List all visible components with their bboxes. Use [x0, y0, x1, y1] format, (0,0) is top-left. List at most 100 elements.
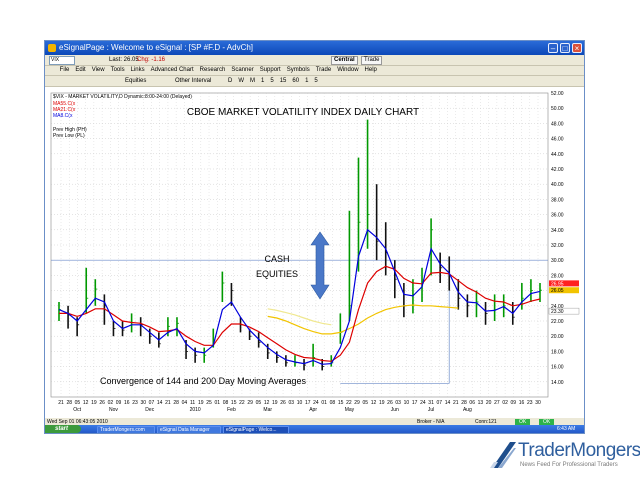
menu-item-research[interactable]: Research	[200, 66, 226, 75]
menu-item-view[interactable]: View	[92, 66, 105, 75]
month-label: Oct	[73, 407, 81, 413]
vix-chart[interactable]: 14.0016.0018.0020.0022.0024.0026.0028.00…	[45, 87, 584, 417]
x-tick-label: 12	[264, 400, 270, 406]
taskbar-item-esignal-page[interactable]: eSignalPage : Welco...	[223, 426, 289, 433]
x-tick-label: 01	[321, 400, 327, 406]
x-tick-label: 05	[363, 400, 369, 406]
x-tick-label: 05	[256, 400, 262, 406]
x-tick-label: 28	[173, 400, 179, 406]
x-tick-label: 03	[395, 400, 401, 406]
x-tick-label: 16	[124, 400, 130, 406]
x-tick-label: 23	[527, 400, 533, 406]
app-icon	[48, 44, 56, 52]
menu-item-scanner[interactable]: Scanner	[231, 66, 253, 75]
x-tick-label: 24	[420, 400, 426, 406]
interval-button-3[interactable]: 1	[261, 76, 264, 86]
window-title: eSignalPage : Welcome to eSignal : [SP #…	[59, 43, 254, 52]
menu-item-trade[interactable]: Trade	[316, 66, 331, 75]
taskbar-item-tradermongers[interactable]: TraderMongers.com	[97, 426, 155, 433]
interval-toolbar: Equities Other Interval D W M 1 5 15 60 1 5	[45, 76, 584, 87]
menu-item-advanced-chart[interactable]: Advanced Chart	[151, 66, 194, 75]
interval-button-6[interactable]: 60	[292, 76, 299, 86]
menu-item-file[interactable]: File	[60, 66, 70, 75]
x-tick-label: 19	[91, 400, 97, 406]
interval-button-2[interactable]: M	[250, 76, 255, 86]
month-label: Jul	[428, 407, 434, 413]
y-tick-label: 50.00	[551, 106, 564, 112]
x-tick-label: 12	[83, 400, 89, 406]
y-tick-label: 44.00	[551, 152, 564, 158]
symbol-toolbar: VIX Last: 26.05 Chg: -1.16 Central Trade	[45, 55, 584, 66]
x-tick-label: 10	[404, 400, 410, 406]
x-tick-label: 08	[330, 400, 336, 406]
interval-buttons: D W M 1 5 15 60 1 5	[225, 76, 321, 86]
x-tick-label: 10	[297, 400, 303, 406]
x-tick-label: 26	[387, 400, 393, 406]
x-tick-label: 07	[149, 400, 155, 406]
x-tick-label: 19	[198, 400, 204, 406]
x-tick-label: 30	[140, 400, 146, 406]
x-tick-label: 20	[486, 400, 492, 406]
x-tick-label: 15	[338, 400, 344, 406]
x-tick-label: 28	[66, 400, 72, 406]
y-tick-label: 22.00	[551, 319, 564, 325]
equities-dropdown[interactable]: Equities	[125, 76, 146, 86]
trade-button[interactable]: Trade	[361, 56, 383, 65]
menu-item-tools[interactable]: Tools	[111, 66, 125, 75]
menu-item-support[interactable]: Support	[260, 66, 281, 75]
y-tick-label: 40.00	[551, 182, 564, 188]
brand-name: TraderMongers	[518, 440, 640, 461]
interval-button-4[interactable]: 5	[270, 76, 273, 86]
chart-title: CBOE MARKET VOLATILITY INDEX DAILY CHART	[187, 107, 419, 118]
menu-item-symbols[interactable]: Symbols	[287, 66, 310, 75]
month-label: Nov	[109, 407, 118, 413]
y-tick-label: 28.00	[551, 273, 564, 279]
interval-button-1[interactable]: W	[238, 76, 244, 86]
x-tick-label: 02	[502, 400, 508, 406]
x-tick-label: 02	[108, 400, 114, 406]
brand-logo: TraderMongers News Feed For Professional…	[488, 438, 640, 474]
price-label-lower: 23.30	[551, 309, 564, 315]
price-change: Chg: -1.16	[137, 57, 166, 63]
symbol-input[interactable]: VIX	[49, 56, 75, 65]
y-tick-label: 48.00	[551, 121, 564, 127]
minimize-button[interactable]: –	[548, 43, 558, 53]
x-tick-label: 21	[453, 400, 459, 406]
x-tick-label: 31	[428, 400, 434, 406]
x-tick-label: 24	[313, 400, 319, 406]
close-button[interactable]: ×	[572, 43, 582, 53]
x-tick-label: 03	[288, 400, 294, 406]
menu-item-help[interactable]: Help	[365, 66, 377, 75]
x-tick-label: 14	[445, 400, 451, 406]
y-tick-label: 32.00	[551, 243, 564, 249]
x-tick-label: 17	[305, 400, 311, 406]
y-tick-label: 34.00	[551, 228, 564, 234]
menu-item-window[interactable]: Window	[337, 66, 358, 75]
chart-area[interactable]: 14.0016.0018.0020.0022.0024.0026.0028.00…	[45, 87, 584, 417]
central-button[interactable]: Central	[331, 56, 358, 65]
x-tick-label: 28	[461, 400, 467, 406]
taskbar-item-data-manager[interactable]: eSignal Data Manager	[157, 426, 221, 433]
interval-button-0[interactable]: D	[228, 76, 232, 86]
interval-button-8[interactable]: 5	[314, 76, 317, 86]
interval-button-5[interactable]: 15	[280, 76, 287, 86]
equities-label: EQUITIES	[256, 269, 298, 279]
other-interval-dropdown[interactable]: Other Interval	[175, 76, 211, 86]
title-bar: eSignalPage : Welcome to eSignal : [SP #…	[45, 41, 584, 55]
x-tick-label: 21	[165, 400, 171, 406]
x-tick-label: 12	[371, 400, 377, 406]
y-tick-label: 46.00	[551, 137, 564, 143]
x-tick-label: 26	[280, 400, 286, 406]
menu-item-links[interactable]: Links	[131, 66, 145, 75]
x-tick-label: 22	[239, 400, 245, 406]
x-tick-label: 29	[247, 400, 253, 406]
month-label: 2010	[190, 407, 201, 413]
last-price: Last: 26.05	[109, 57, 139, 63]
y-tick-label: 20.00	[551, 334, 564, 340]
start-button[interactable]: start	[45, 425, 81, 433]
convergence-label: Convergence of 144 and 200 Day Moving Av…	[100, 376, 306, 386]
interval-button-7[interactable]: 1	[305, 76, 308, 86]
menu-item-edit[interactable]: Edit	[75, 66, 85, 75]
menu-bar: File Edit View Tools Links Advanced Chart Rese…	[45, 66, 584, 76]
maximize-button[interactable]: □	[560, 43, 570, 53]
